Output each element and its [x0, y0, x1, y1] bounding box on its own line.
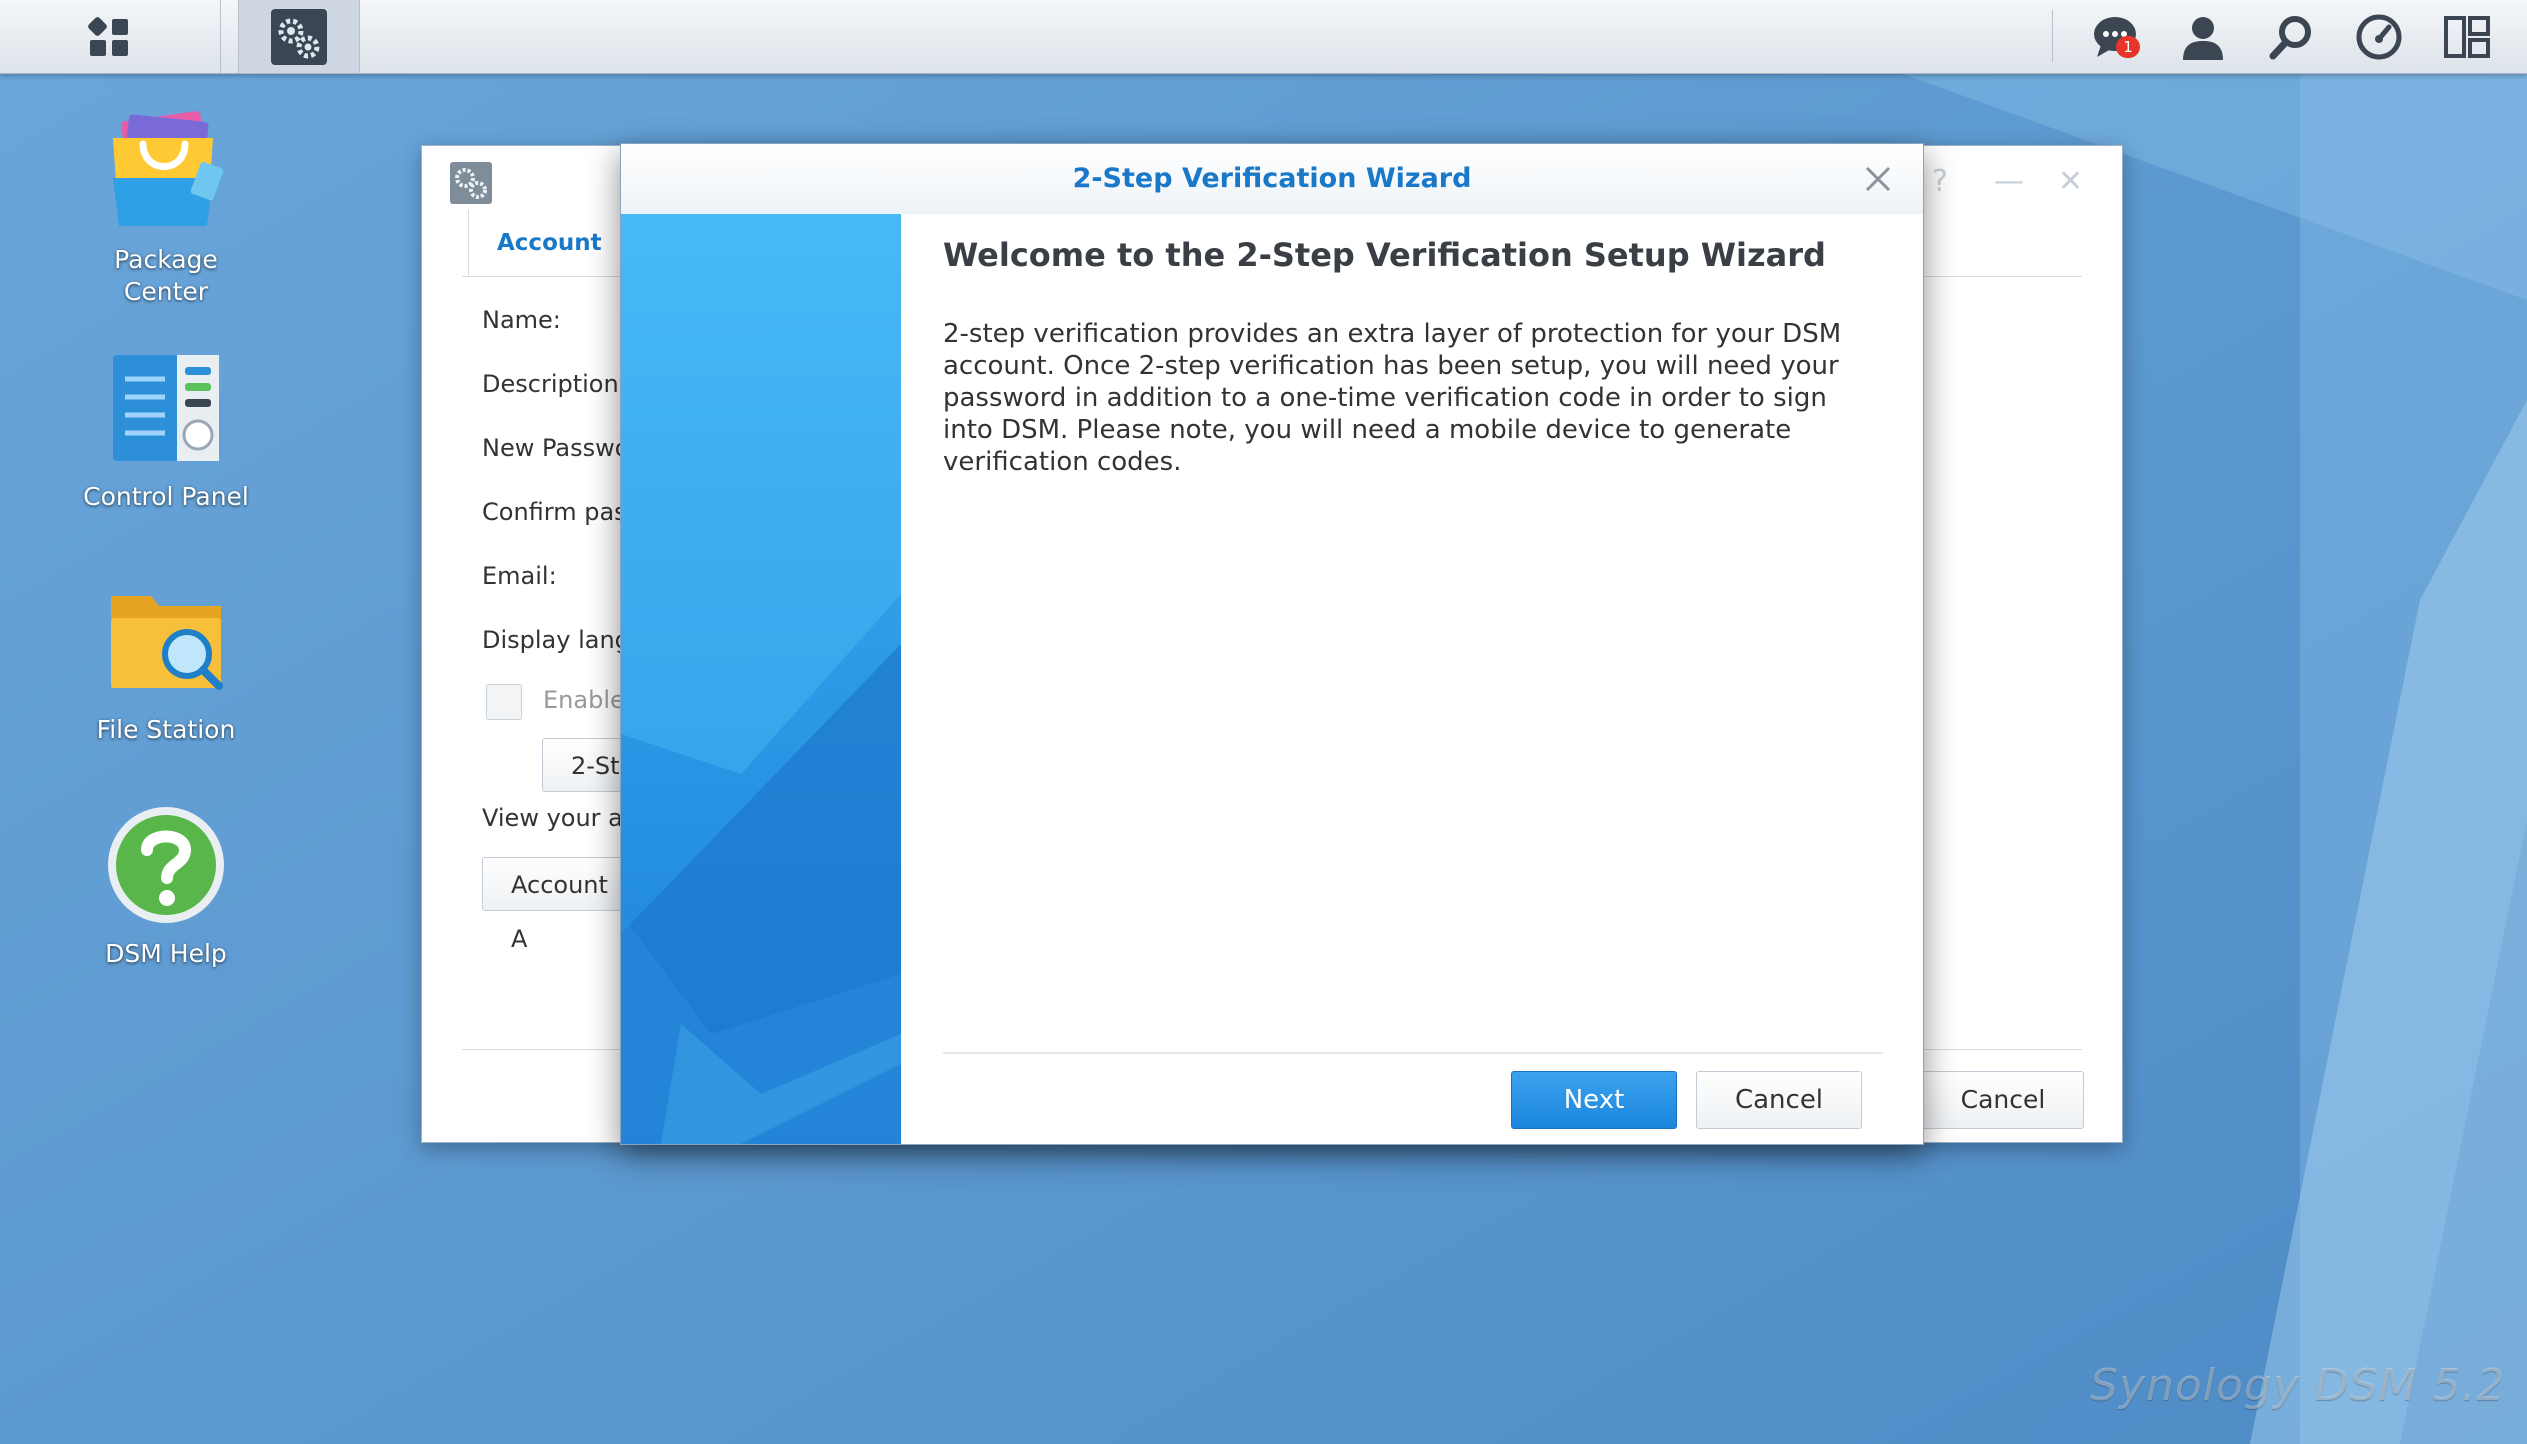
- widgets-button[interactable]: [2432, 0, 2502, 73]
- taskbar: 1: [0, 0, 2527, 74]
- close-icon[interactable]: [1861, 162, 1895, 196]
- gears-icon: [271, 8, 327, 65]
- taskbar-control-panel-button[interactable]: [238, 0, 360, 73]
- minimize-button[interactable]: —: [1994, 164, 2024, 199]
- search-button[interactable]: [2256, 0, 2326, 73]
- control-panel-icon: [113, 355, 219, 461]
- wizard-description: 2-step verification provides an extra la…: [943, 319, 1842, 477]
- desktop-icon-label: File Station: [96, 715, 236, 744]
- minimize-icon: —: [1994, 164, 2024, 199]
- question-icon: ?: [1932, 164, 1948, 199]
- enable-2step-label: Enable: [543, 686, 625, 714]
- desktop-icon-label: Control Panel: [83, 482, 249, 511]
- account-activity-button[interactable]: Account A: [482, 857, 632, 953]
- main-menu-icon: [88, 16, 128, 56]
- new-password-label: New Passwo: [482, 434, 630, 462]
- desktop-icon-control-panel[interactable]: Control Panel: [56, 345, 276, 513]
- name-label: Name:: [482, 306, 561, 334]
- email-label: Email:: [482, 562, 557, 590]
- notification-badge: 1: [2116, 36, 2140, 58]
- resource-monitor-button[interactable]: [2344, 0, 2414, 73]
- speedometer-icon: [2356, 14, 2402, 59]
- wizard-heading: Welcome to the 2-Step Verification Setup…: [943, 236, 1826, 274]
- desktop-icon-label: Package Center: [114, 245, 218, 306]
- close-button[interactable]: ✕: [2058, 164, 2083, 199]
- user-icon: [2183, 16, 2223, 60]
- folder-search-icon: [111, 596, 223, 690]
- wizard-footer-divider: [943, 1052, 1883, 1054]
- help-icon: [108, 807, 224, 923]
- enable-2step-checkbox[interactable]: [486, 684, 522, 720]
- two-step-verification-button[interactable]: 2-St: [542, 738, 632, 792]
- main-menu-button[interactable]: [0, 0, 221, 73]
- close-icon: ✕: [2058, 164, 2084, 199]
- desktop-icon-package-center[interactable]: Package Center: [56, 108, 276, 308]
- synology-dsm-logo: Synology DSM 5.2: [2090, 1360, 2506, 1411]
- widgets-icon: [2444, 15, 2490, 58]
- help-button[interactable]: ?: [1932, 164, 1948, 199]
- cancel-button[interactable]: Cancel: [1922, 1071, 2084, 1129]
- shopping-bag-icon: [113, 111, 224, 226]
- confirm-password-label: Confirm pas: [482, 498, 627, 526]
- desktop-icon-file-station[interactable]: File Station: [56, 578, 276, 746]
- wizard-title: 2-Step Verification Wizard: [621, 144, 1923, 214]
- description-label: Description:: [482, 370, 627, 398]
- desktop-icon-label: DSM Help: [105, 939, 227, 968]
- desktop-icon-dsm-help[interactable]: DSM Help: [56, 802, 276, 970]
- taskbar-separator: [2052, 10, 2053, 62]
- tab-account[interactable]: Account: [468, 210, 631, 276]
- wizard-side-banner: [621, 214, 901, 1144]
- user-button[interactable]: [2168, 0, 2238, 73]
- next-button[interactable]: Next: [1511, 1071, 1677, 1129]
- wizard-cancel-button[interactable]: Cancel: [1696, 1071, 1862, 1129]
- two-step-verification-wizard: 2-Step Verification Wizard Welcome to th…: [620, 143, 1924, 1145]
- display-language-label: Display lang: [482, 626, 630, 654]
- gears-icon: [450, 162, 492, 204]
- search-icon: [2269, 15, 2311, 59]
- view-activity-label: View your a: [482, 804, 623, 832]
- notifications-button[interactable]: 1: [2080, 0, 2150, 73]
